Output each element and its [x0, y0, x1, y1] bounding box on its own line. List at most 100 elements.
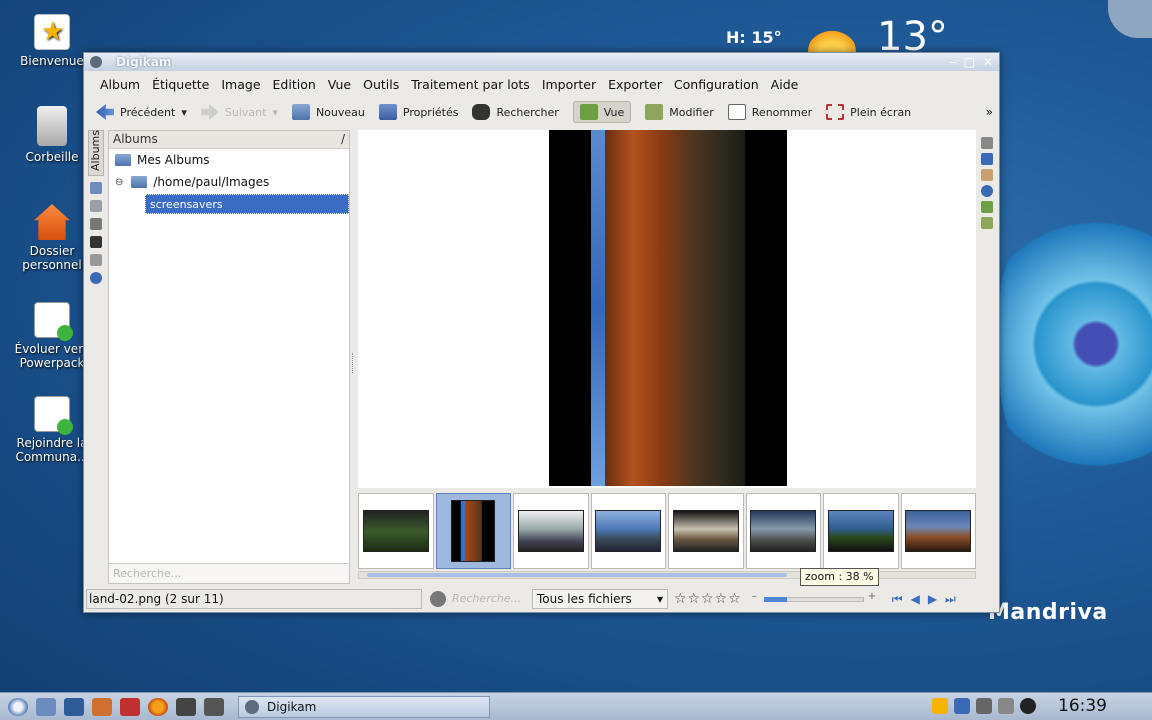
- image-preview[interactable]: [358, 130, 976, 488]
- menu-aide[interactable]: Aide: [765, 77, 805, 92]
- status-search-input[interactable]: Recherche...: [446, 589, 532, 609]
- volume-icon[interactable]: [1020, 698, 1036, 714]
- search-tab-icon[interactable]: [90, 236, 102, 248]
- desktop-icon-corbeille[interactable]: Corbeille: [14, 106, 90, 164]
- previous-image-icon[interactable]: ◀: [911, 592, 920, 607]
- wallpaper-fish-graphic: [1000, 200, 1152, 520]
- tree-item-images[interactable]: ⊖ /home/paul/Images: [109, 171, 349, 193]
- search-icon[interactable]: [430, 591, 446, 607]
- desktop-icon-dossier-personnel[interactable]: Dossier personnel: [14, 204, 90, 272]
- desktop-launcher-icon[interactable]: [64, 697, 84, 716]
- fullscreen-button[interactable]: Plein écran: [826, 104, 911, 120]
- edit-button[interactable]: Modifier: [645, 104, 714, 120]
- menu-album[interactable]: Album: [94, 77, 146, 92]
- home-folder-icon: [34, 204, 70, 240]
- tab-albums[interactable]: Albums: [88, 130, 104, 176]
- menu-exporter[interactable]: Exporter: [602, 77, 668, 92]
- versions-tab-icon[interactable]: [981, 217, 993, 229]
- start-menu-icon[interactable]: [8, 697, 28, 716]
- window-titlebar[interactable]: Digikam – □ ✕: [84, 53, 999, 71]
- menu-vue[interactable]: Vue: [322, 77, 357, 92]
- metadata-tab-icon[interactable]: [981, 153, 993, 165]
- desktop-icon-communaute[interactable]: Rejoindre la Communa...: [14, 396, 90, 464]
- mandriva-logo: Mandriva: [988, 600, 1108, 625]
- thumbnail[interactable]: [358, 493, 434, 569]
- properties-tab-icon[interactable]: [981, 137, 993, 149]
- zoom-slider[interactable]: – +: [752, 591, 878, 605]
- search-button[interactable]: Rechercher: [472, 104, 559, 120]
- view-label: Vue: [603, 105, 625, 119]
- panel-splitter[interactable]: [352, 353, 356, 373]
- virtual-desktop-icon[interactable]: [204, 697, 224, 716]
- menu-configuration[interactable]: Configuration: [668, 77, 765, 92]
- geolocation-tab-icon[interactable]: [981, 185, 993, 197]
- thumbnail[interactable]: [590, 493, 666, 569]
- menu-image[interactable]: Image: [215, 77, 266, 92]
- chevron-down-icon[interactable]: ▾: [272, 106, 278, 119]
- selected-album[interactable]: screensavers: [145, 194, 349, 214]
- minimize-icon[interactable]: –: [950, 55, 956, 69]
- firefox-icon[interactable]: [148, 697, 168, 716]
- properties-button[interactable]: Propriétés: [378, 104, 458, 120]
- thumbnail[interactable]: [745, 493, 821, 569]
- previous-button[interactable]: Précédent ▾: [96, 104, 187, 120]
- folder-launcher-icon[interactable]: [36, 697, 56, 716]
- menu-etiquette[interactable]: Étiquette: [146, 77, 215, 92]
- caption-tab-icon[interactable]: [981, 201, 993, 213]
- first-image-icon[interactable]: ⏮: [892, 592, 903, 607]
- fullscreen-icon: [826, 104, 845, 120]
- calendar-tab-icon[interactable]: [90, 182, 102, 194]
- new-album-button[interactable]: Nouveau: [291, 104, 365, 120]
- clipboard-icon[interactable]: [998, 698, 1014, 714]
- network-icon[interactable]: [954, 698, 970, 714]
- collapse-icon[interactable]: ⊖: [115, 177, 123, 188]
- desktop-corner-widget[interactable]: [1108, 0, 1152, 38]
- thumbnail-scrollbar[interactable]: [358, 571, 976, 579]
- rename-button[interactable]: Renommer: [727, 104, 812, 120]
- close-icon[interactable]: ✕: [983, 55, 993, 69]
- tree-item-mes-albums[interactable]: Mes Albums: [109, 149, 349, 171]
- next-button[interactable]: Suivant ▾: [200, 104, 278, 120]
- document-icon: [34, 396, 73, 435]
- thumbnail[interactable]: [900, 493, 976, 569]
- tags-tab-icon[interactable]: [90, 200, 102, 212]
- menu-traitement-par-lots[interactable]: Traitement par lots: [405, 77, 536, 92]
- window-title: Digikam: [116, 55, 172, 69]
- fuzzy-search-tab-icon[interactable]: [90, 254, 102, 266]
- zoom-in-icon[interactable]: +: [868, 591, 876, 602]
- toolbar-overflow-icon[interactable]: »: [986, 105, 993, 119]
- menu-outils[interactable]: Outils: [357, 77, 405, 92]
- thumbnail[interactable]: [823, 493, 899, 569]
- clock[interactable]: 16:39: [1058, 696, 1107, 716]
- desktop-icon-bienvenue[interactable]: Bienvenue: [14, 14, 90, 68]
- scrollbar-handle[interactable]: [367, 573, 787, 577]
- tree-item-selected[interactable]: screensavers: [109, 193, 349, 215]
- colors-tab-icon[interactable]: [981, 169, 993, 181]
- last-image-icon[interactable]: ⏭: [945, 592, 956, 607]
- taskbar-item-digikam[interactable]: Digikam: [238, 695, 490, 718]
- desktop-icon-powerpack[interactable]: Évoluer vers Powerpack: [14, 302, 90, 370]
- panel-handle-icon[interactable]: /: [341, 132, 345, 147]
- menu-importer[interactable]: Importer: [536, 77, 602, 92]
- next-image-icon[interactable]: ▶: [928, 592, 937, 607]
- desktop-icon-label: Bienvenue: [20, 54, 84, 68]
- battery-icon[interactable]: [932, 698, 948, 714]
- albums-search-input[interactable]: Recherche...: [109, 563, 349, 583]
- timeline-tab-icon[interactable]: [90, 218, 102, 230]
- maximize-icon[interactable]: □: [964, 55, 975, 69]
- map-search-tab-icon[interactable]: [90, 272, 102, 284]
- zoom-out-icon[interactable]: –: [752, 591, 757, 602]
- app-icon[interactable]: [90, 56, 102, 68]
- media-launcher-icon[interactable]: [120, 697, 140, 716]
- tools-launcher-icon[interactable]: [92, 697, 112, 716]
- display-icon[interactable]: [976, 698, 992, 714]
- chevron-down-icon[interactable]: ▾: [181, 106, 187, 119]
- rating-filter-stars[interactable]: ☆☆☆☆☆: [674, 591, 742, 607]
- terminal-launcher-icon[interactable]: [176, 697, 196, 716]
- menu-edition[interactable]: Edition: [267, 77, 322, 92]
- file-filter-select[interactable]: Tous les fichiers ▾: [532, 589, 668, 609]
- view-button[interactable]: Vue: [572, 101, 632, 123]
- thumbnail-selected[interactable]: [435, 493, 511, 569]
- thumbnail[interactable]: [668, 493, 744, 569]
- thumbnail[interactable]: [513, 493, 589, 569]
